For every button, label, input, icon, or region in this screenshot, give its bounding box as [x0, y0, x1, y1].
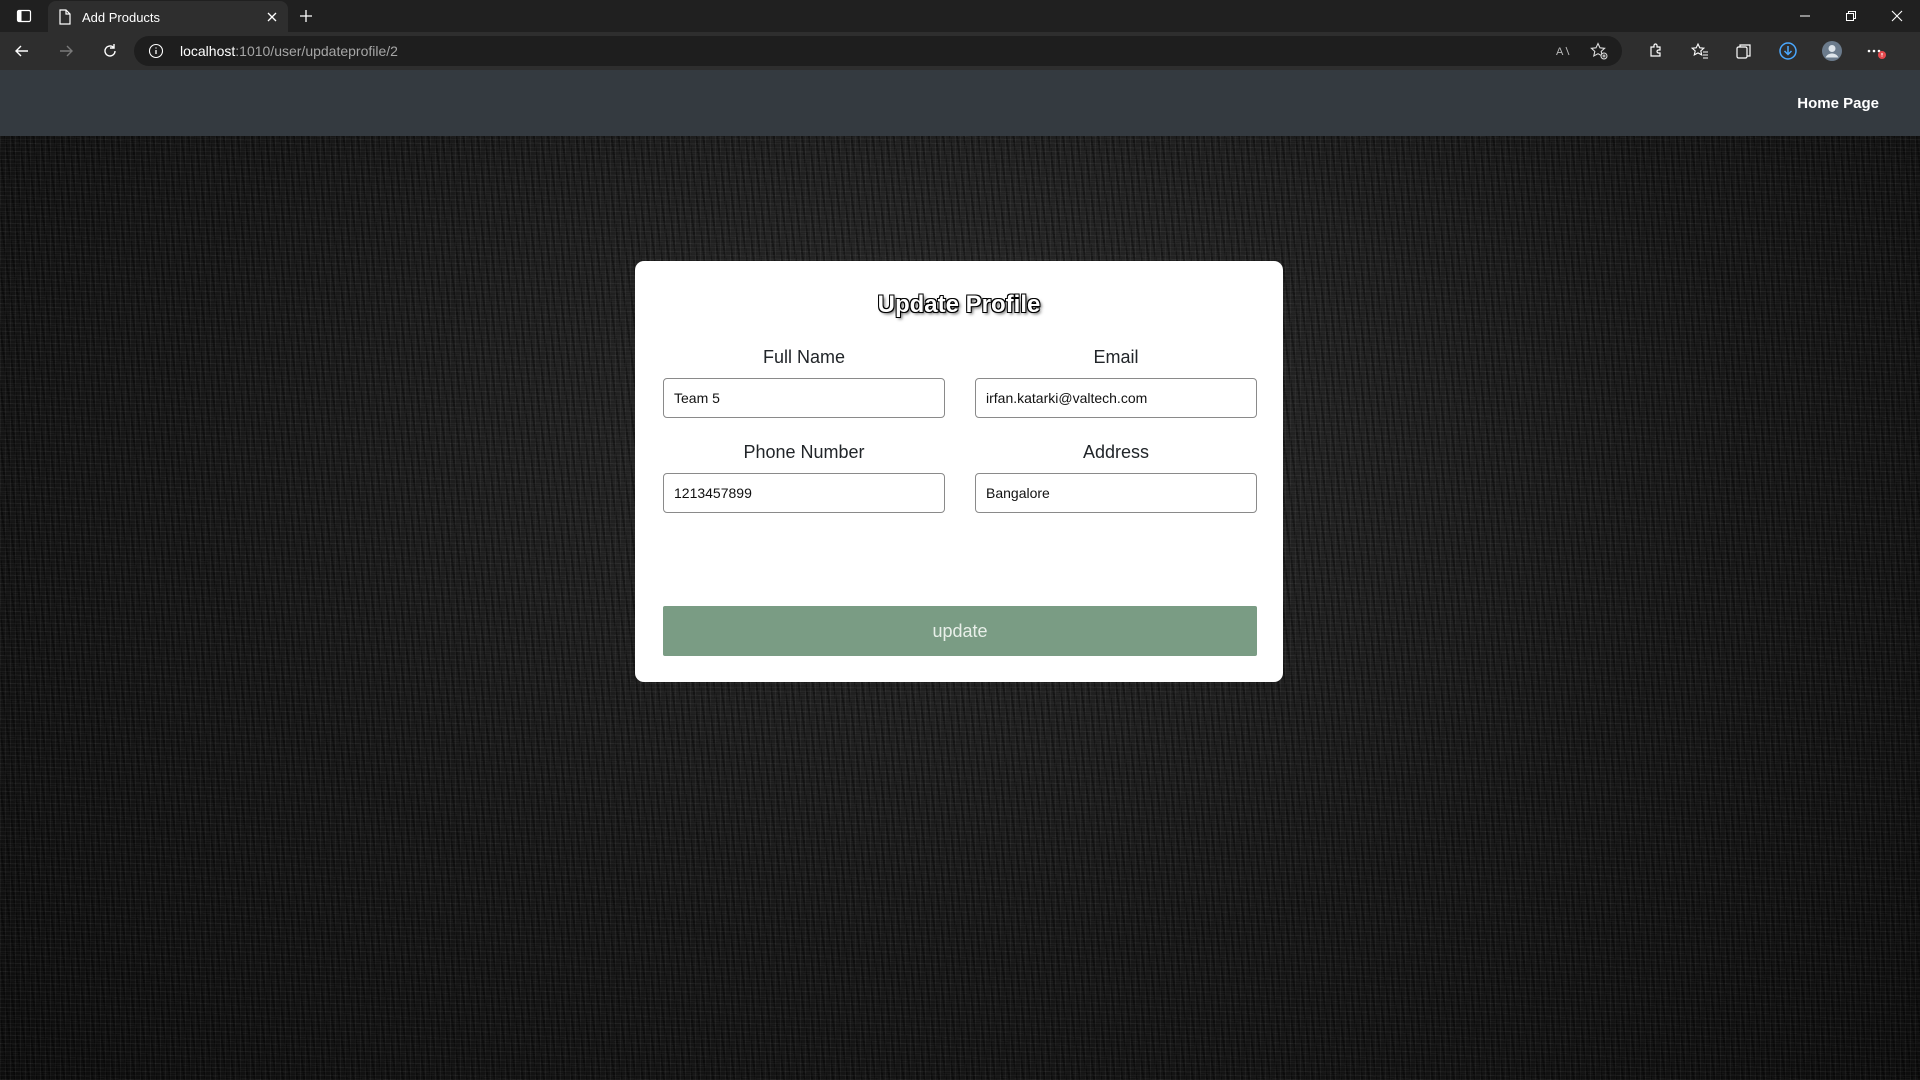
- address-label: Address: [1082, 442, 1150, 462]
- address-bar[interactable]: localhost:1010/user/updateprofile/2 A: [134, 36, 1622, 66]
- minimize-icon: [1800, 15, 1810, 17]
- puzzle-icon: [1650, 43, 1661, 57]
- close-icon: [1891, 10, 1903, 22]
- tab-title: Add Products: [82, 9, 161, 25]
- close-window-button[interactable]: [1874, 0, 1920, 32]
- collections-button[interactable]: [1722, 32, 1766, 70]
- minimize-button[interactable]: [1782, 0, 1828, 32]
- window-controls: [1782, 0, 1920, 32]
- favorite-star-icon[interactable]: [1590, 42, 1608, 60]
- collections-icon: [1736, 44, 1751, 59]
- downloads-button[interactable]: [1766, 32, 1810, 70]
- full-name-label: Full Name: [762, 347, 846, 367]
- plus-icon: [300, 10, 312, 22]
- reload-button[interactable]: [88, 32, 132, 70]
- full-name-input[interactable]: [663, 378, 945, 418]
- favorites-button[interactable]: [1678, 32, 1722, 70]
- tab-actions-button[interactable]: [0, 0, 48, 32]
- close-tab-icon[interactable]: [266, 11, 278, 23]
- email-input[interactable]: [975, 378, 1257, 418]
- new-tab-button[interactable]: [288, 0, 324, 32]
- restore-icon: [1846, 11, 1856, 21]
- arrow-left-icon: [15, 45, 28, 57]
- info-icon[interactable]: [148, 43, 164, 59]
- arrow-right-icon: [60, 45, 73, 57]
- svg-text:A: A: [1556, 46, 1564, 58]
- favorites-icon: [1691, 42, 1708, 59]
- phone-number-input[interactable]: [663, 473, 945, 513]
- browser-toolbar: localhost:1010/user/updateprofile/2 A: [0, 32, 1920, 70]
- read-aloud-icon[interactable]: A: [1556, 43, 1572, 59]
- phone-number-label: Phone Number: [743, 442, 865, 462]
- restore-button[interactable]: [1828, 0, 1874, 32]
- url-path: :1010/user/updateprofile/2: [235, 43, 398, 59]
- more-options-icon: [1867, 49, 1886, 59]
- page-title: Update Profile: [877, 291, 1041, 318]
- site-navbar: Home Page: [0, 70, 1920, 136]
- update-button[interactable]: update: [663, 606, 1257, 656]
- download-icon: [1779, 42, 1797, 60]
- browser-tab-bar: Add Products: [0, 0, 1920, 33]
- url-text: localhost:1010/user/updateprofile/2: [180, 43, 398, 59]
- browser-tab-active[interactable]: Add Products: [48, 1, 288, 33]
- url-host: localhost: [180, 43, 236, 59]
- page-icon: [59, 9, 71, 25]
- email-group: Email: [975, 347, 1257, 418]
- email-label: Email: [1093, 347, 1139, 367]
- reload-icon: [104, 44, 116, 57]
- update-profile-card: Update Profile Full Name Email Phone Num…: [635, 261, 1283, 682]
- page-viewport: Home Page Update Profile Full Name Email…: [0, 70, 1920, 1080]
- extensions-button[interactable]: [1634, 32, 1678, 70]
- forward-button[interactable]: [44, 32, 88, 70]
- back-button[interactable]: [0, 32, 44, 70]
- address-input[interactable]: [975, 473, 1257, 513]
- address-group: Address: [975, 442, 1257, 513]
- avatar-icon: [1822, 41, 1842, 61]
- more-menu-button[interactable]: [1854, 32, 1898, 70]
- phone-group: Phone Number: [663, 442, 945, 513]
- home-page-link[interactable]: Home Page: [1797, 95, 1879, 112]
- profile-button[interactable]: [1810, 32, 1854, 70]
- tab-actions-icon: [16, 9, 32, 23]
- full-name-group: Full Name: [663, 347, 945, 418]
